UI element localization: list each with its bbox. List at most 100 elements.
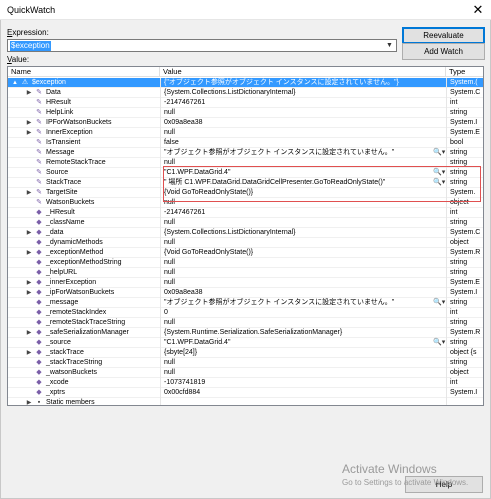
row-name: HelpLink <box>46 109 74 116</box>
property-icon: ✎ <box>36 189 42 196</box>
value-cell[interactable]: null <box>160 368 446 378</box>
column-header-type[interactable]: Type <box>446 67 483 77</box>
table-row[interactable]: ▶ ◆ _data {System.Collections.ListDictionar… <box>8 228 483 238</box>
table-row[interactable]: ▶ ▪ Static members <box>8 398 483 406</box>
row-name: _safeSerializationManager <box>46 329 129 336</box>
value-cell[interactable]: "オブジェクト参照がオブジェクト インスタンスに設定されていません。" <box>160 298 446 308</box>
column-header-value[interactable]: Value <box>160 67 446 77</box>
row-name: _source <box>46 339 71 346</box>
table-row[interactable]: ◆ _helpURL null string <box>8 268 483 278</box>
value-cell[interactable]: {"オブジェクト参照がオブジェクト インスタンスに設定されていません。"} <box>160 78 446 88</box>
table-row[interactable]: ◆ _message "オブジェクト参照がオブジェクト インスタンスに設定されていま… <box>8 298 483 308</box>
close-icon[interactable]: ✕ <box>465 0 491 20</box>
row-name: _dynamicMethods <box>46 239 103 246</box>
table-row[interactable]: ▶ ◆ _ipForWatsonBuckets 0x09a8ea38 System.I <box>8 288 483 298</box>
expand-icon[interactable]: ▶ <box>26 288 32 298</box>
value-cell[interactable]: "C1.WPF.DataGrid.4" <box>160 338 446 348</box>
value-cell[interactable]: 0 <box>160 308 446 318</box>
value-cell[interactable]: null <box>160 128 446 138</box>
expand-icon[interactable]: ▶ <box>26 228 32 238</box>
field-icon: ◆ <box>36 349 42 356</box>
table-row[interactable]: ◆ _remoteStackTraceString null string <box>8 318 483 328</box>
table-row[interactable]: ◆ _stackTraceString null string <box>8 358 483 368</box>
value-cell[interactable]: false <box>160 138 446 148</box>
expand-icon[interactable]: ▶ <box>26 278 32 288</box>
magnifier-icon[interactable]: 🔍▾ <box>433 298 445 308</box>
name-cell: ◆ _source <box>8 338 160 348</box>
type-cell: string <box>446 268 483 278</box>
row-name: Source <box>46 169 69 176</box>
row-name: _helpURL <box>46 269 78 276</box>
value-cell[interactable] <box>160 398 446 405</box>
type-cell: System.I <box>446 118 483 128</box>
value-cell[interactable]: {System.Collections.ListDictionaryIntern… <box>160 228 446 238</box>
expand-icon[interactable]: ▶ <box>26 328 32 338</box>
value-cell[interactable]: -1073741819 <box>160 378 446 388</box>
table-row[interactable]: ✎ HResult -2147467261 int <box>8 98 483 108</box>
row-name: _innerException <box>46 279 97 286</box>
value-cell[interactable]: 0x09a8ea38 <box>160 288 446 298</box>
expand-icon[interactable]: ▶ <box>26 348 32 358</box>
table-row[interactable]: ◆ _HResult -2147467261 int <box>8 208 483 218</box>
value-cell[interactable]: null <box>160 258 446 268</box>
value-cell[interactable]: {System.Runtime.Serialization.SafeSerial… <box>160 328 446 338</box>
value-cell[interactable]: "オブジェクト参照がオブジェクト インスタンスに設定されていません。" <box>160 148 446 158</box>
value-cell[interactable]: {System.Collections.ListDictionaryIntern… <box>160 88 446 98</box>
table-row[interactable]: ◆ _remoteStackIndex 0 int <box>8 308 483 318</box>
table-row[interactable]: ▶ ◆ _exceptionMethod {Void GoToReadOnlyStat… <box>8 248 483 258</box>
table-row[interactable]: ▶ ✎ InnerException null System.E <box>8 128 483 138</box>
add-watch-button[interactable]: Add Watch <box>402 43 485 60</box>
table-row[interactable]: ◆ _source "C1.WPF.DataGrid.4" string 🔍▾ <box>8 338 483 348</box>
watch-grid[interactable]: Name Value Type ▲ ⚠ $exception {"オブジェクト参照がオ… <box>7 66 484 406</box>
table-row[interactable]: ✎ Message "オブジェクト参照がオブジェクト インスタンスに設定されていませ… <box>8 148 483 158</box>
value-cell[interactable]: -2147467261 <box>160 208 446 218</box>
type-cell: bool <box>446 138 483 148</box>
expand-icon[interactable]: ▶ <box>26 248 32 258</box>
table-row[interactable]: ▶ ◆ _stackTrace {sbyte[24]} object {s <box>8 348 483 358</box>
type-cell: object {s <box>446 348 483 358</box>
value-cell[interactable]: null <box>160 218 446 228</box>
table-row[interactable]: ▶ ✎ Data {System.Collections.ListDictionary… <box>8 88 483 98</box>
value-cell[interactable]: -2147467261 <box>160 98 446 108</box>
table-row[interactable]: ◆ _dynamicMethods null object <box>8 238 483 248</box>
value-cell[interactable]: 0x09a8ea38 <box>160 118 446 128</box>
reevaluate-button[interactable]: Reevaluate <box>402 27 485 44</box>
value-cell[interactable]: null <box>160 318 446 328</box>
column-header-name[interactable]: Name <box>8 67 160 77</box>
field-icon: ◆ <box>36 299 42 306</box>
expand-icon[interactable]: ▶ <box>26 188 32 198</box>
type-cell: object <box>446 368 483 378</box>
table-row[interactable]: ✎ HelpLink null string <box>8 108 483 118</box>
value-cell[interactable]: null <box>160 278 446 288</box>
table-row[interactable]: ◆ _exceptionMethodString null string <box>8 258 483 268</box>
magnifier-icon[interactable]: 🔍▾ <box>433 148 445 158</box>
name-cell: ▶ ◆ _stackTrace <box>8 348 160 358</box>
value-cell[interactable]: 0x00cfd884 <box>160 388 446 398</box>
expand-icon[interactable]: ▶ <box>26 88 32 98</box>
value-cell[interactable]: null <box>160 358 446 368</box>
table-row[interactable]: ▶ ✎ IPForWatsonBuckets 0x09a8ea38 System.I <box>8 118 483 128</box>
value-cell[interactable]: {Void GoToReadOnlyState()} <box>160 248 446 258</box>
value-cell[interactable]: null <box>160 238 446 248</box>
type-cell: string <box>446 218 483 228</box>
value-cell[interactable]: {sbyte[24]} <box>160 348 446 358</box>
table-row[interactable]: ◆ _xcode -1073741819 int <box>8 378 483 388</box>
chevron-down-icon[interactable]: ▼ <box>383 40 396 51</box>
table-row[interactable]: ▶ ◆ _innerException null System.E <box>8 278 483 288</box>
expand-icon[interactable]: ▶ <box>26 118 32 128</box>
expand-icon[interactable]: ▶ <box>26 128 32 138</box>
expression-input[interactable]: $exception ▼ <box>7 39 397 52</box>
value-cell[interactable]: null <box>160 108 446 118</box>
table-row[interactable]: ◆ _xptrs 0x00cfd884 System.I <box>8 388 483 398</box>
property-icon: ✎ <box>36 139 42 146</box>
row-name: Static members <box>46 399 95 406</box>
value-cell[interactable]: null <box>160 268 446 278</box>
table-row[interactable]: ▶ ◆ _safeSerializationManager {System.Runti… <box>8 328 483 338</box>
table-row[interactable]: ✎ IsTransient false bool <box>8 138 483 148</box>
magnifier-icon[interactable]: 🔍▾ <box>433 338 445 348</box>
table-row[interactable]: ◆ _watsonBuckets null object <box>8 368 483 378</box>
expand-icon[interactable]: ▲ <box>12 78 18 88</box>
table-row[interactable]: ◆ _className null string <box>8 218 483 228</box>
table-row[interactable]: ▲ ⚠ $exception {"オブジェクト参照がオブジェクト インスタンスに設定さ… <box>8 78 483 88</box>
expand-icon[interactable]: ▶ <box>26 398 32 405</box>
